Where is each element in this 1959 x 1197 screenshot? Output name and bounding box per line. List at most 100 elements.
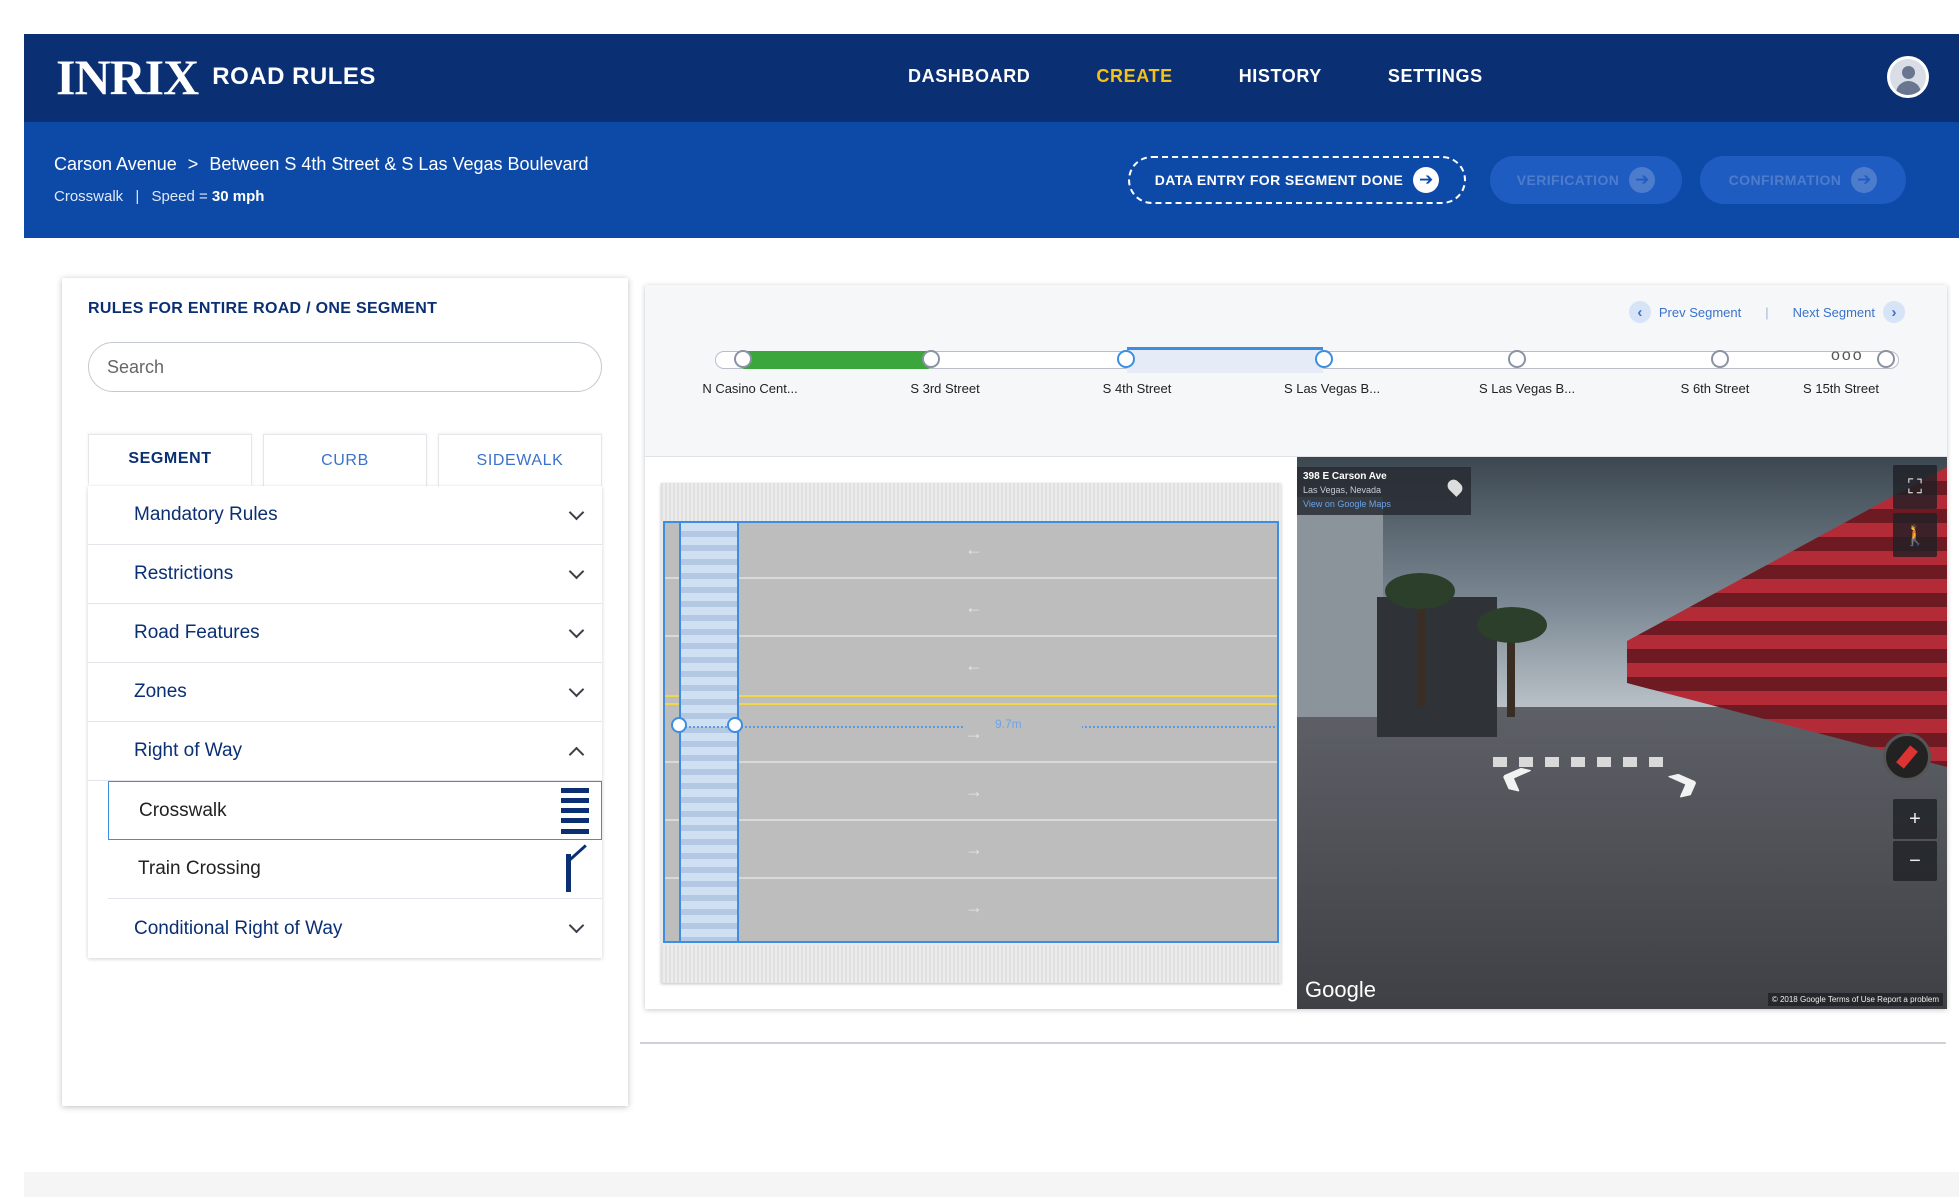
lane[interactable]: →: [665, 707, 1277, 763]
lane[interactable]: ←: [665, 523, 1277, 579]
view-on-google-maps-link[interactable]: View on Google Maps: [1303, 499, 1391, 509]
chevron-down-icon: [568, 622, 585, 638]
section-label: Mandatory Rules: [134, 504, 278, 525]
google-logo: Google: [1305, 977, 1376, 1002]
timeline-node[interactable]: [734, 350, 752, 368]
verification-label: VERIFICATION: [1516, 172, 1620, 188]
section-label: Restrictions: [134, 563, 234, 584]
search-input[interactable]: [88, 342, 602, 392]
chevron-down-icon: [568, 504, 585, 520]
breadcrumb-segment: Between S 4th Street & S Las Vegas Boule…: [209, 154, 589, 174]
rules-panel: RULES FOR ENTIRE ROAD / ONE SEGMENT SEGM…: [62, 278, 628, 1106]
inrix-logo: INRIX: [56, 49, 199, 105]
current-segment-highlight[interactable]: [1127, 347, 1323, 373]
breadcrumb-separator: >: [187, 154, 199, 174]
rule-crosswalk[interactable]: Crosswalk: [108, 781, 602, 840]
tab-curb[interactable]: CURB: [263, 434, 427, 486]
chevron-down-icon: [568, 917, 585, 934]
breadcrumb: Carson Avenue > Between S 4th Street & S…: [54, 154, 589, 175]
nav-history[interactable]: HISTORY: [1239, 66, 1322, 87]
section-restrictions[interactable]: Restrictions: [88, 545, 602, 604]
tab-segment[interactable]: SEGMENT: [88, 434, 252, 486]
sv-road: [1297, 707, 1947, 1009]
zoom-out-button[interactable]: −: [1893, 841, 1937, 881]
segment-header: Carson Avenue > Between S 4th Street & S…: [24, 122, 1959, 238]
user-icon-body: [1896, 81, 1921, 95]
chevron-down-icon: [568, 681, 585, 697]
tab-sidewalk[interactable]: SIDEWALK: [438, 434, 602, 486]
verification-button[interactable]: VERIFICATION ➔: [1490, 156, 1682, 204]
lane[interactable]: →: [665, 765, 1277, 821]
segment-label[interactable]: S Las Vegas B...: [1284, 381, 1380, 396]
rule-label: Train Crossing: [138, 858, 261, 879]
timeline-node[interactable]: [1117, 350, 1135, 368]
nav-create[interactable]: CREATE: [1096, 66, 1172, 87]
lane[interactable]: →: [665, 881, 1277, 937]
sv-building: [1297, 497, 1383, 717]
chevron-down-icon: [568, 563, 585, 579]
timeline-node[interactable]: [1711, 350, 1729, 368]
measure-handle-end[interactable]: [727, 717, 743, 733]
section-label: Zones: [134, 681, 187, 702]
footer: [24, 1172, 1959, 1197]
center-line: [665, 703, 1277, 705]
segment-timeline: ooo N Casino Cent... S 3rd Street S 4th …: [702, 343, 1905, 403]
street-view-legal[interactable]: © 2018 Google Terms of Use Report a prob…: [1767, 993, 1943, 1006]
lane[interactable]: ←: [665, 639, 1277, 695]
data-entry-done-label: DATA ENTRY FOR SEGMENT DONE: [1154, 172, 1404, 188]
segment-label[interactable]: S Las Vegas B...: [1479, 381, 1575, 396]
street-view[interactable]: 398 E Carson Ave Las Vegas, Nevada View …: [1297, 457, 1947, 1009]
center-line: [665, 695, 1277, 697]
rule-train-crossing[interactable]: Train Crossing: [108, 840, 602, 899]
fullscreen-icon[interactable]: ⛶: [1893, 465, 1937, 509]
sv-address: 398 E Carson Ave: [1303, 471, 1387, 482]
rule-label: Crosswalk: [139, 799, 227, 821]
segment-label[interactable]: S 4th Street: [1103, 381, 1172, 396]
timeline-node[interactable]: [1315, 350, 1333, 368]
confirmation-label: CONFIRMATION: [1728, 172, 1842, 188]
speed-value: 30 mph: [211, 188, 265, 205]
crosswalk-marking[interactable]: [679, 523, 739, 941]
brand[interactable]: INRIX ROAD RULES: [56, 52, 376, 102]
section-zones[interactable]: Zones: [88, 663, 602, 722]
speed-label: Speed =: [151, 188, 212, 205]
lane[interactable]: ←: [665, 581, 1277, 637]
section-label: Road Features: [134, 622, 260, 643]
breadcrumb-road[interactable]: Carson Avenue: [54, 154, 177, 174]
measure-label: 9.7m: [965, 717, 1082, 731]
timeline-node[interactable]: [922, 350, 940, 368]
top-navigation-bar: INRIX ROAD RULES DASHBOARD CREATE HISTOR…: [24, 34, 1959, 122]
map-pin-icon[interactable]: [1445, 477, 1465, 497]
nav-settings[interactable]: SETTINGS: [1388, 66, 1483, 87]
data-entry-done-button[interactable]: DATA ENTRY FOR SEGMENT DONE ➔: [1128, 156, 1466, 204]
prev-segment-link[interactable]: Prev Segment: [1659, 305, 1741, 320]
segment-nav-divider: |: [1765, 304, 1769, 320]
measure-handle-start[interactable]: [671, 717, 687, 733]
section-mandatory-rules[interactable]: Mandatory Rules: [88, 486, 602, 545]
sidewalk-top: [661, 483, 1281, 521]
timeline-node[interactable]: [1508, 350, 1526, 368]
confirmation-button[interactable]: CONFIRMATION ➔: [1700, 156, 1906, 204]
section-road-features[interactable]: Road Features: [88, 604, 602, 663]
zoom-in-button[interactable]: +: [1893, 799, 1937, 839]
pegman-icon[interactable]: 🚶: [1893, 513, 1937, 557]
timeline-node[interactable]: [1877, 350, 1895, 368]
segment-label[interactable]: S 6th Street: [1681, 381, 1750, 396]
next-segment-link[interactable]: Next Segment: [1793, 305, 1875, 320]
road-surface[interactable]: ← ← ← → → → → 9.7m: [663, 521, 1279, 943]
chevron-right-icon[interactable]: ›: [1883, 301, 1905, 323]
nav-dashboard[interactable]: DASHBOARD: [908, 66, 1030, 87]
chevron-left-icon[interactable]: ‹: [1628, 301, 1651, 323]
segment-meta: Crosswalk | Speed = 30 mph: [54, 188, 264, 205]
rules-panel-title: RULES FOR ENTIRE ROAD / ONE SEGMENT: [88, 300, 438, 317]
lane[interactable]: →: [665, 823, 1277, 879]
sv-palm-crown: [1477, 607, 1547, 643]
arrow-left-icon: ←: [965, 655, 983, 675]
section-right-of-way[interactable]: Right of Way: [88, 722, 602, 781]
section-conditional-right-of-way[interactable]: Conditional Right of Way: [88, 899, 602, 958]
segment-label[interactable]: S 3rd Street: [910, 381, 979, 396]
segment-label[interactable]: S 15th Street: [1803, 381, 1879, 396]
compass-icon[interactable]: [1883, 733, 1931, 781]
segment-label[interactable]: N Casino Cent...: [702, 381, 797, 396]
user-avatar[interactable]: [1887, 56, 1929, 98]
